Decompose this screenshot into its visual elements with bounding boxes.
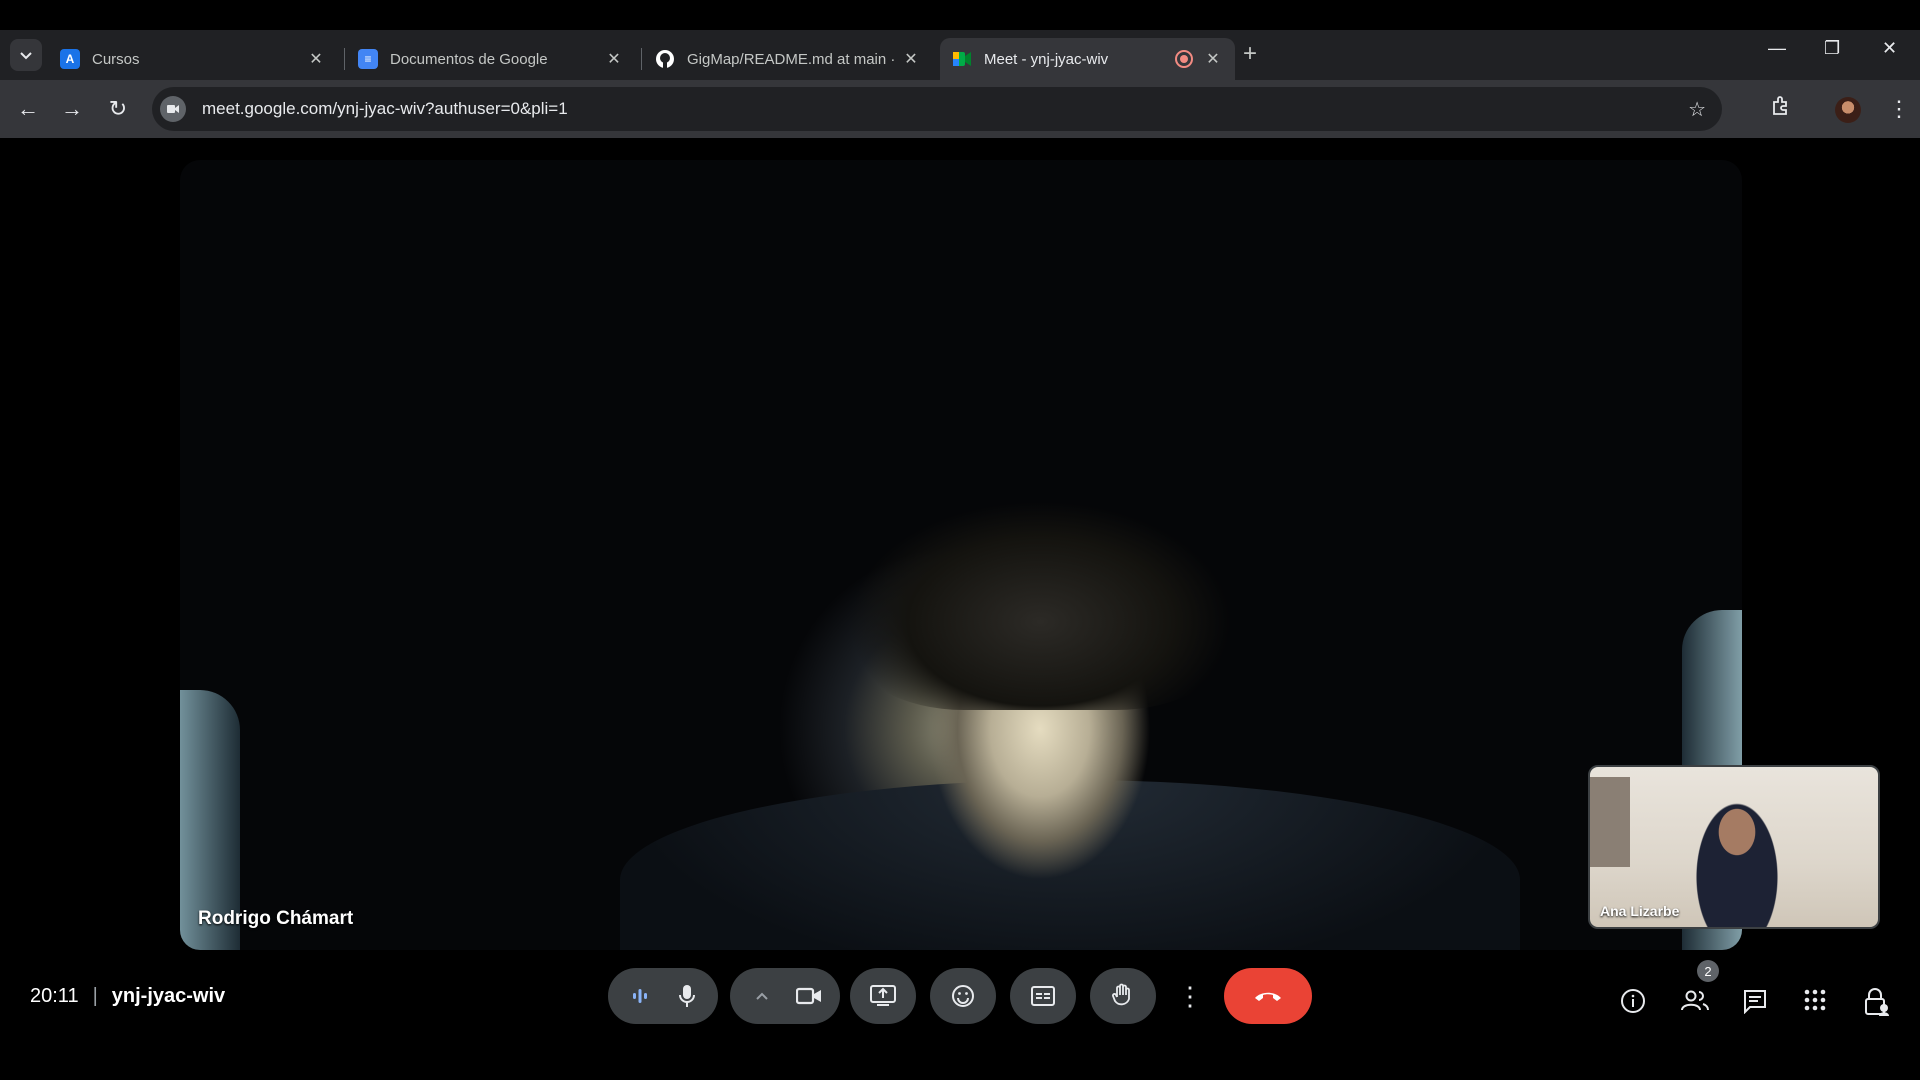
tab-close-icon[interactable]: ✕ bbox=[1203, 49, 1223, 69]
tab-close-icon[interactable]: ✕ bbox=[306, 49, 326, 69]
pip-participant-video bbox=[1682, 787, 1792, 927]
camera-options-button[interactable] bbox=[738, 968, 785, 1024]
tab-divider bbox=[641, 48, 642, 70]
present-screen-button[interactable] bbox=[850, 968, 916, 1024]
chevron-down-icon bbox=[20, 52, 32, 60]
tab-cursos[interactable]: A Cursos ✕ bbox=[48, 38, 338, 80]
participant-hair bbox=[850, 490, 1230, 710]
forward-button[interactable]: → bbox=[58, 95, 86, 123]
browser-tab-strip: A Cursos ✕ ≡ Documentos de Google ✕ GigM… bbox=[0, 30, 1920, 80]
activities-button[interactable] bbox=[1803, 988, 1827, 1018]
reactions-button[interactable] bbox=[930, 968, 996, 1024]
screen-bottom-bar bbox=[0, 1050, 1920, 1080]
restore-button[interactable]: ❐ bbox=[1824, 38, 1840, 59]
tab-github[interactable]: GigMap/README.md at main · ✕ bbox=[643, 38, 933, 80]
info-icon bbox=[1621, 989, 1645, 1013]
audio-control-group bbox=[608, 968, 718, 1024]
self-view-tile[interactable]: Ana Lizarbe bbox=[1588, 765, 1880, 929]
chat-icon bbox=[1744, 990, 1766, 1015]
browser-toolbar: ← → ↻ meet.google.com/ynj-jyac-wiv?authu… bbox=[0, 80, 1920, 138]
present-screen-icon bbox=[870, 985, 896, 1006]
lock-person-icon bbox=[1865, 988, 1889, 1016]
github-icon bbox=[655, 49, 675, 69]
url-text[interactable]: meet.google.com/ynj-jyac-wiv?authuser=0&… bbox=[202, 99, 568, 119]
profile-avatar[interactable] bbox=[1835, 97, 1861, 123]
window-close-button[interactable]: ✕ bbox=[1882, 38, 1897, 59]
back-button[interactable]: ← bbox=[14, 95, 42, 123]
classroom-icon: A bbox=[60, 49, 80, 69]
pip-participant-name: Ana Lizarbe bbox=[1600, 903, 1680, 919]
emoji-icon bbox=[952, 985, 974, 1007]
captions-icon bbox=[1031, 986, 1055, 1006]
bookmark-star-icon[interactable]: ☆ bbox=[1688, 97, 1706, 122]
browser-menu-icon[interactable]: ⋮ bbox=[1888, 96, 1910, 122]
tab-search-button[interactable] bbox=[10, 39, 42, 71]
more-vert-icon: ⋮ bbox=[1177, 980, 1203, 1011]
new-tab-button[interactable]: + bbox=[1243, 40, 1257, 68]
people-icon bbox=[1681, 990, 1709, 1011]
meeting-details-button[interactable] bbox=[1620, 988, 1646, 1020]
info-separator: | bbox=[92, 985, 98, 1007]
captions-button[interactable] bbox=[1010, 968, 1076, 1024]
meet-stage: Rodrigo Chámart Ana Lizarbe 20:11 | ynj-… bbox=[0, 138, 1920, 1050]
participant-count-badge: 2 bbox=[1697, 960, 1719, 982]
hand-icon bbox=[1112, 983, 1130, 1006]
address-bar[interactable]: meet.google.com/ynj-jyac-wiv?authuser=0&… bbox=[152, 87, 1722, 131]
tab-title: Cursos bbox=[92, 50, 140, 68]
people-button[interactable] bbox=[1680, 988, 1710, 1018]
host-controls-button[interactable] bbox=[1864, 988, 1890, 1022]
docs-icon: ≡ bbox=[358, 49, 378, 69]
meeting-code: ynj-jyac-wiv bbox=[111, 985, 226, 1007]
main-participant-name: Rodrigo Chámart bbox=[198, 908, 354, 929]
reload-button[interactable]: ↻ bbox=[104, 95, 132, 123]
meet-control-bar: 20:11 | ynj-jyac-wiv ⋮ 2 bbox=[0, 950, 1920, 1050]
tab-close-icon[interactable]: ✕ bbox=[604, 49, 624, 69]
leave-call-button[interactable] bbox=[1224, 968, 1312, 1024]
main-video-tile[interactable]: Rodrigo Chámart bbox=[180, 160, 1742, 950]
meeting-info: 20:11 | ynj-jyac-wiv bbox=[30, 985, 225, 1008]
clock: 20:11 bbox=[30, 985, 79, 1007]
background-shelf bbox=[1590, 777, 1630, 867]
minimize-button[interactable]: — bbox=[1768, 38, 1786, 59]
raise-hand-button[interactable] bbox=[1090, 968, 1156, 1024]
camera-control-group bbox=[730, 968, 840, 1024]
audio-level-icon[interactable] bbox=[616, 968, 663, 1024]
chevron-up-icon bbox=[755, 992, 768, 1000]
meet-icon bbox=[952, 49, 972, 69]
tab-divider bbox=[344, 48, 345, 70]
microphone-icon bbox=[678, 985, 695, 1007]
recording-icon bbox=[1175, 50, 1193, 68]
tab-title: Documentos de Google bbox=[390, 50, 548, 68]
tab-close-icon[interactable]: ✕ bbox=[901, 49, 921, 69]
tab-title: Meet - ynj-jyac-wiv bbox=[984, 50, 1109, 68]
extensions-icon[interactable] bbox=[1770, 96, 1790, 122]
camera-button[interactable] bbox=[785, 968, 832, 1024]
apps-grid-icon bbox=[1804, 989, 1826, 1011]
more-options-button[interactable]: ⋮ bbox=[1168, 968, 1212, 1024]
tab-meet[interactable]: Meet - ynj-jyac-wiv ✕ bbox=[940, 38, 1235, 80]
tab-title: GigMap/README.md at main · bbox=[687, 50, 896, 68]
hang-up-icon bbox=[1255, 992, 1281, 1001]
chat-button[interactable] bbox=[1742, 988, 1768, 1020]
site-info-icon[interactable] bbox=[160, 96, 186, 122]
tab-google-docs[interactable]: ≡ Documentos de Google ✕ bbox=[346, 38, 636, 80]
camera-icon bbox=[795, 987, 821, 1005]
screen-top-bar bbox=[0, 0, 1920, 30]
microphone-button[interactable] bbox=[663, 968, 710, 1024]
